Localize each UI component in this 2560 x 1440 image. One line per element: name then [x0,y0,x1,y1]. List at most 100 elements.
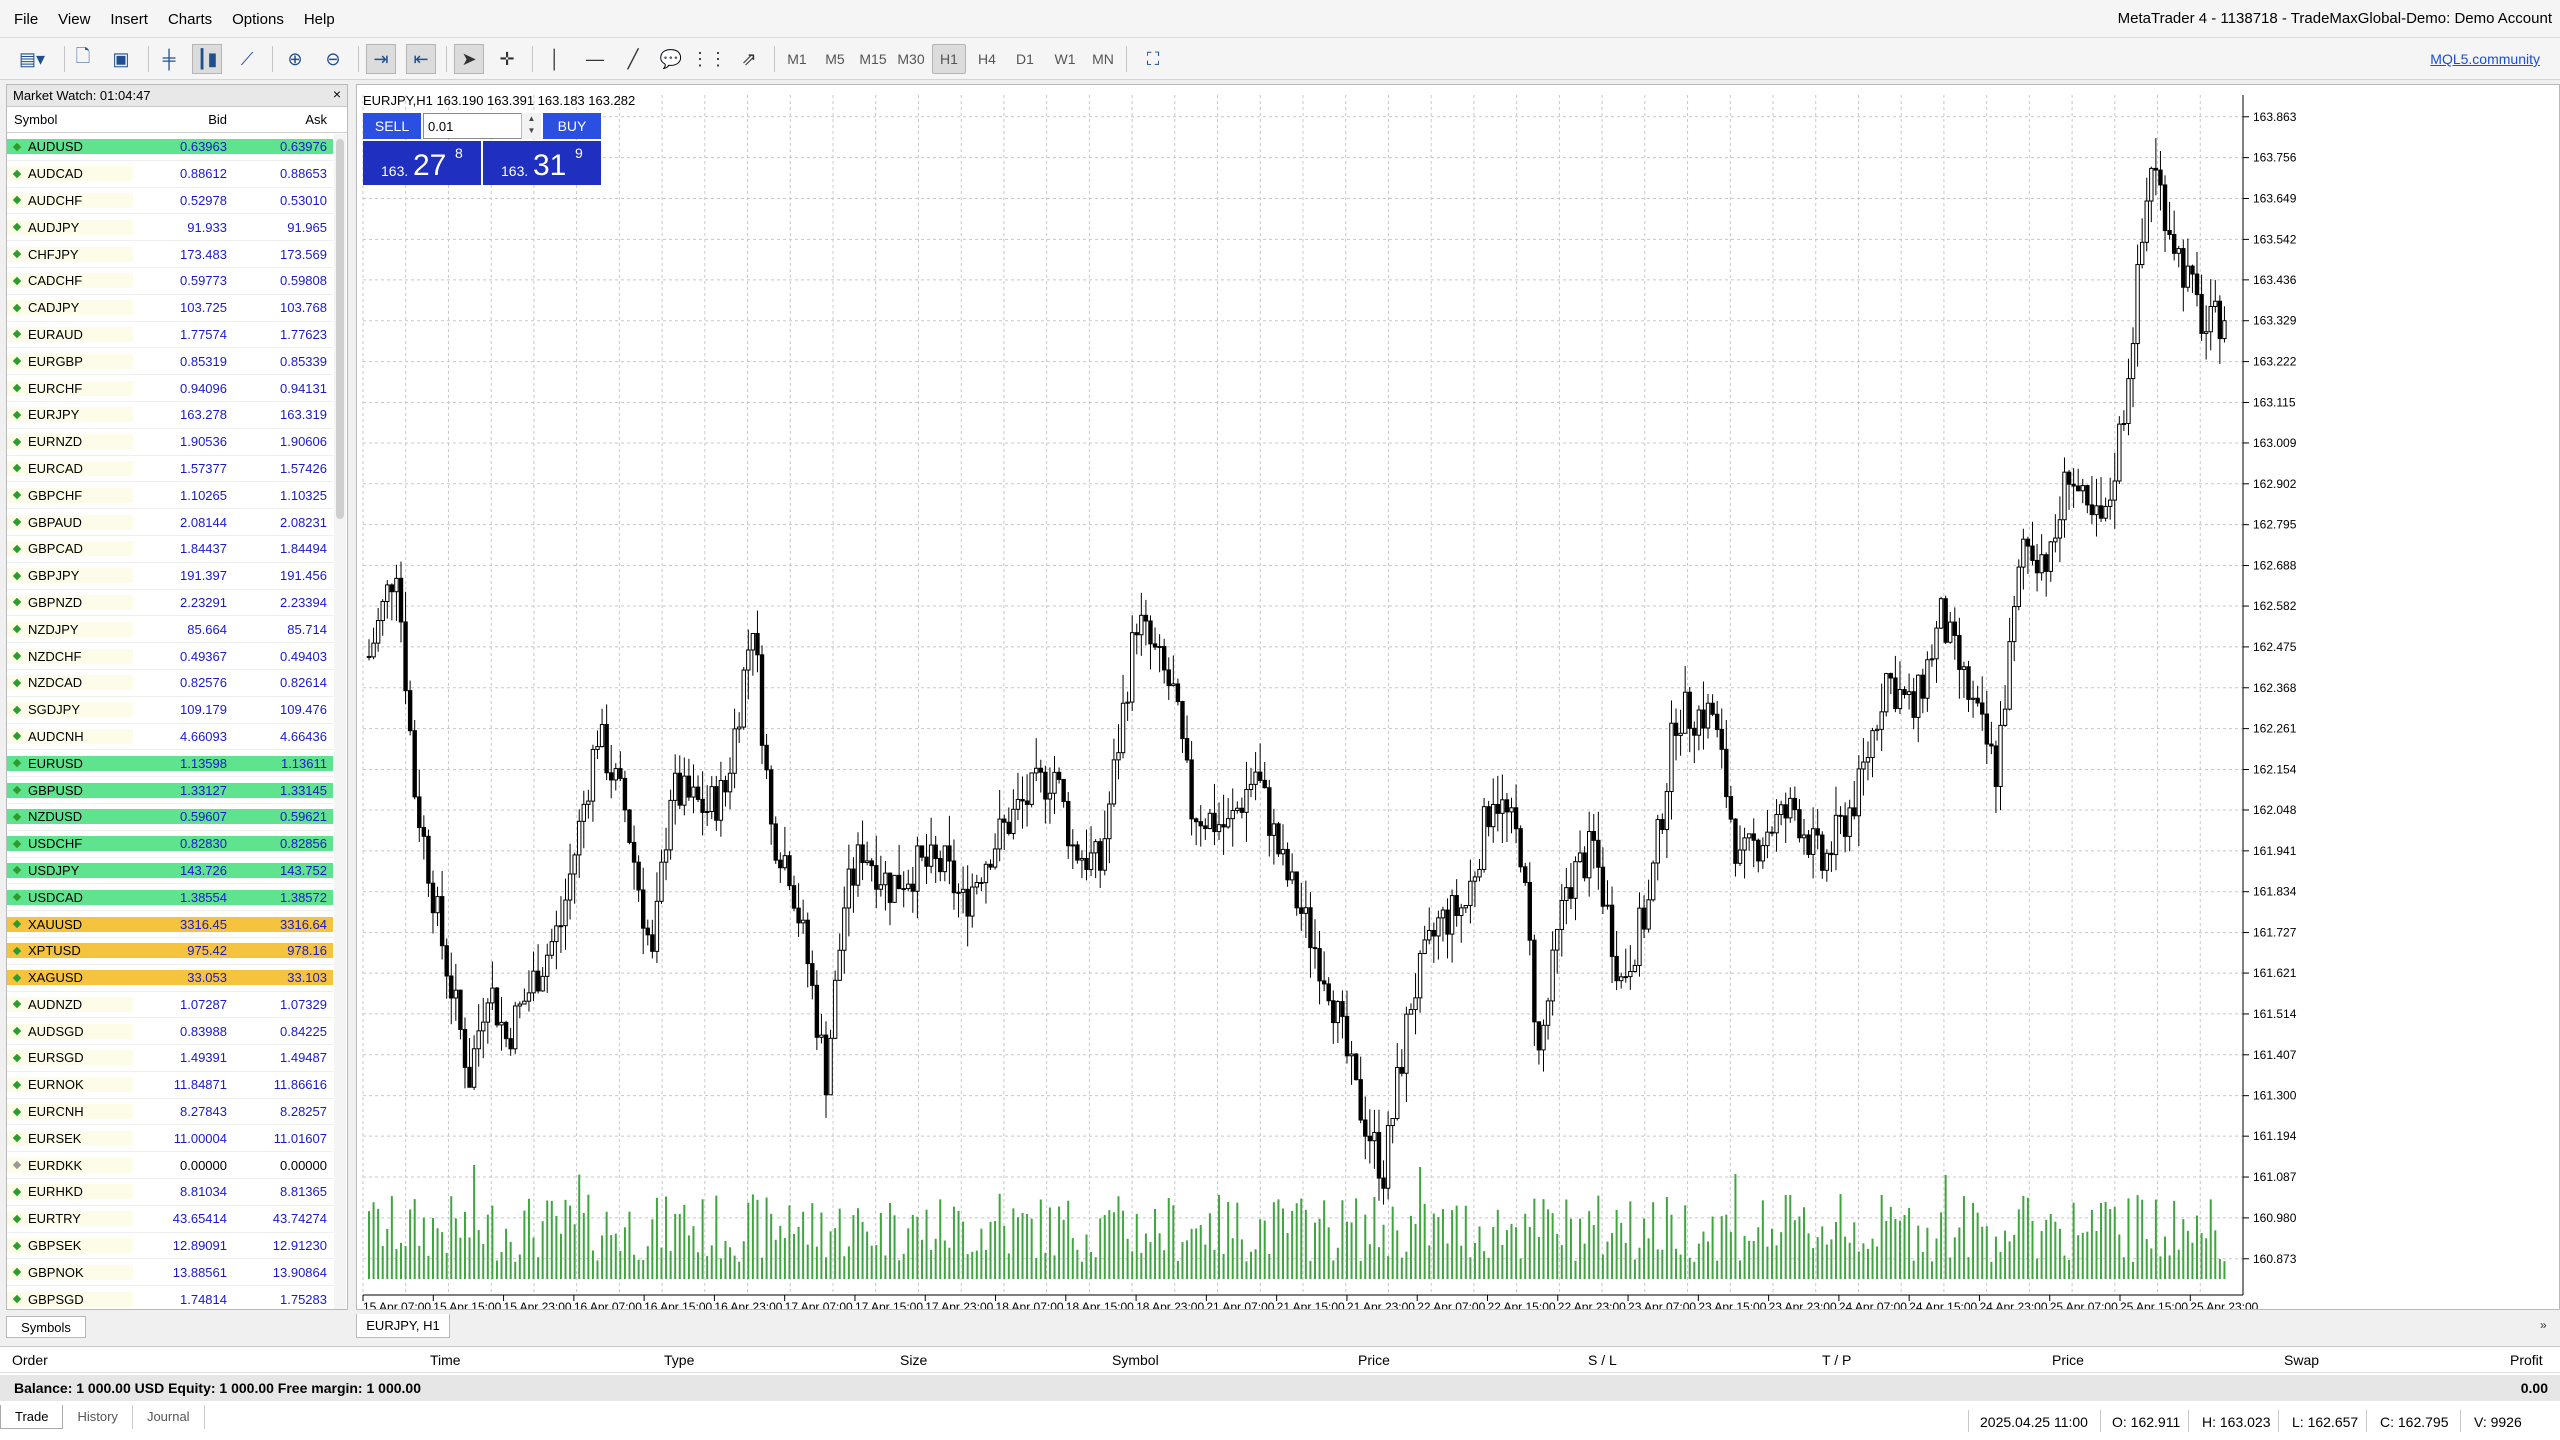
tab-scroll-right-icon[interactable]: » [2540,1318,2547,1332]
market-watch-row[interactable]: EURNOK 11.84871 11.86616 [7,1072,333,1099]
market-watch-row[interactable]: GBPCAD 1.84437 1.84494 [7,536,333,563]
arrows-icon[interactable]: ⇗ [734,44,764,74]
market-watch-row[interactable]: GBPUSD 1.33127 1.33145 [7,777,333,804]
tf-h4[interactable]: H4 [970,44,1004,74]
menu-options[interactable]: Options [232,11,284,28]
new-profile-icon[interactable]: 🗋 [68,44,98,74]
market-watch-row[interactable]: NZDCAD 0.82576 0.82614 [7,670,333,697]
profiles-icon[interactable]: ▣ [106,44,136,74]
zoom-out-icon[interactable]: ⊖ [318,44,348,74]
market-watch-row[interactable]: EURDKK 0.00000 0.00000 [7,1152,333,1180]
market-watch-row[interactable]: EURCNH 8.27843 8.28257 [7,1099,333,1126]
market-watch-row[interactable]: AUDCHF 0.52978 0.53010 [7,188,333,215]
col-symbol[interactable]: Symbol [1112,1352,1159,1368]
col-sl[interactable]: S / L [1588,1352,1617,1368]
market-watch-row[interactable]: CADJPY 103.725 103.768 [7,295,333,322]
market-watch-row[interactable]: USDCHF 0.82830 0.82856 [7,831,333,858]
fibonacci-icon[interactable]: ⋮⋮ [691,44,727,74]
market-watch-row[interactable]: AUDCAD 0.88612 0.88653 [7,161,333,188]
scrollbar-thumb[interactable] [336,139,344,519]
market-watch-row[interactable]: XAUUSD 3316.45 3316.64 [7,911,333,938]
col-swap[interactable]: Swap [2284,1352,2319,1368]
market-watch-row[interactable]: GBPSEK 12.89091 12.91230 [7,1233,333,1260]
market-watch-row[interactable]: EURHKD 8.81034 8.81365 [7,1179,333,1206]
cursor-icon[interactable]: ➤ [454,44,484,74]
sell-button[interactable]: SELL [363,113,421,139]
buy-price[interactable]: 163. 31 9 [483,141,601,185]
sell-price[interactable]: 163. 27 8 [363,141,481,185]
market-watch-row[interactable]: USDJPY 143.726 143.752 [7,858,333,885]
col-type[interactable]: Type [664,1352,694,1368]
text-label-icon[interactable]: 💬 [656,44,686,74]
market-watch-row[interactable]: NZDUSD 0.59607 0.59621 [7,804,333,831]
fullscreen-icon[interactable]: ⛶ [1138,44,1168,74]
market-watch-row[interactable]: GBPSGD 1.74814 1.75283 [7,1286,333,1314]
chart-window[interactable]: 163.863 163.756 163.649 163.542 163.436 163.3… [356,84,2560,1310]
menu-view[interactable]: View [58,11,90,28]
market-watch-row[interactable]: XPTUSD 975.42 978.16 [7,938,333,965]
tf-h1[interactable]: H1 [932,44,966,74]
market-watch-row[interactable]: EURNZD 1.90536 1.90606 [7,429,333,456]
market-watch-row[interactable]: AUDNZD 1.07287 1.07329 [7,992,333,1019]
lot-spinner[interactable]: ▲ ▼ [521,113,541,139]
market-watch-row[interactable]: SGDJPY 109.179 109.476 [7,697,333,724]
close-icon[interactable]: × [333,86,341,102]
menu-charts[interactable]: Charts [168,11,212,28]
scrollbar[interactable] [334,134,346,1309]
market-watch-row[interactable]: GBPAUD 2.08144 2.08231 [7,509,333,536]
market-watch-row[interactable]: GBPNOK 13.88561 13.90864 [7,1259,333,1287]
price-chart[interactable]: 163.863163.756163.649163.542163.436163.3… [357,85,2559,1309]
col-order[interactable]: Order [12,1352,48,1368]
tf-m30[interactable]: M30 [894,44,928,74]
tab-symbols[interactable]: Symbols [6,1316,86,1338]
tf-d1[interactable]: D1 [1008,44,1042,74]
zoom-in-icon[interactable]: ⊕ [280,44,310,74]
buy-button[interactable]: BUY [543,113,601,139]
market-watch-row[interactable]: AUDCNH 4.66093 4.66436 [7,724,333,751]
market-watch-row[interactable]: CADCHF 0.59773 0.59808 [7,268,333,295]
horizontal-line-icon[interactable]: — [580,44,610,74]
market-watch-row[interactable]: EURUSD 1.13598 1.13611 [7,750,333,778]
new-chart-icon[interactable]: ▤▾ [10,44,54,74]
market-watch-row[interactable]: CHFJPY 173.483 173.569 [7,241,333,268]
chart-shift-icon[interactable]: ⇤ [406,44,436,74]
market-watch-row[interactable]: XAGUSD 33.053 33.103 [7,965,333,992]
market-watch-row[interactable]: EURSEK 11.00004 11.01607 [7,1125,333,1153]
tf-m5[interactable]: M5 [818,44,852,74]
crosshair-icon[interactable]: ✛ [492,44,522,74]
market-watch-row[interactable]: NZDJPY 85.664 85.714 [7,616,333,644]
market-watch-row[interactable]: GBPNZD 2.23291 2.23394 [7,590,333,617]
col-symbol[interactable]: Symbol [7,112,133,127]
col-price[interactable]: Price [1358,1352,1390,1368]
col-bid[interactable]: Bid [133,112,233,127]
market-watch-row[interactable]: EURCHF 0.94096 0.94131 [7,375,333,402]
chart-tab[interactable]: EURJPY, H1 [356,1314,450,1338]
market-watch-row[interactable]: EURCAD 1.57377 1.57426 [7,456,333,483]
market-watch-row[interactable]: AUDUSD 0.63963 0.63976 [7,134,333,161]
market-watch-row[interactable]: GBPCHF 1.10265 1.10325 [7,482,333,510]
col-time[interactable]: Time [430,1352,461,1368]
auto-scroll-icon[interactable]: ⇥ [366,44,396,74]
market-watch-row[interactable]: NZDCHF 0.49367 0.49403 [7,643,333,670]
tf-m1[interactable]: M1 [780,44,814,74]
tf-w1[interactable]: W1 [1048,44,1082,74]
market-watch-row[interactable]: AUDSGD 0.83988 0.84225 [7,1018,333,1046]
col-ask[interactable]: Ask [233,112,333,127]
col-tp[interactable]: T / P [1822,1352,1851,1368]
trendline-icon[interactable]: ╱ [618,44,648,74]
market-watch-row[interactable]: EURTRY 43.65414 43.74274 [7,1206,333,1233]
market-watch-row[interactable]: AUDJPY 91.933 91.965 [7,214,333,242]
col-size[interactable]: Size [900,1352,927,1368]
market-watch-row[interactable]: USDCAD 1.38554 1.38572 [7,884,333,912]
col-price-2[interactable]: Price [2052,1352,2084,1368]
menu-file[interactable]: File [14,11,38,28]
tf-mn[interactable]: MN [1086,44,1120,74]
menu-insert[interactable]: Insert [110,11,148,28]
market-watch-row[interactable]: EURGBP 0.85319 0.85339 [7,348,333,376]
market-watch-row[interactable]: EURSGD 1.49391 1.49487 [7,1045,333,1072]
tf-m15[interactable]: M15 [856,44,890,74]
line-chart-icon[interactable]: ⟋ [232,44,262,74]
menu-help[interactable]: Help [304,11,335,28]
market-watch-row[interactable]: EURAUD 1.77574 1.77623 [7,322,333,349]
mql5-link[interactable]: MQL5.community [2430,51,2540,67]
